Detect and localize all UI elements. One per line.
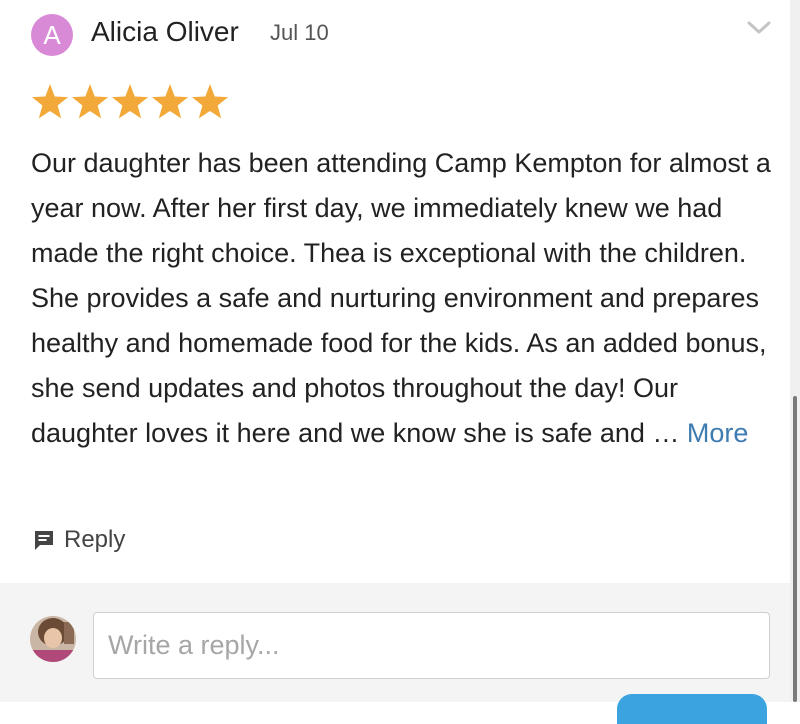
scrollbar-thumb[interactable]	[793, 396, 797, 702]
star-icon	[150, 80, 190, 124]
submit-reply-button[interactable]	[617, 694, 767, 724]
chevron-down-icon[interactable]	[745, 15, 773, 39]
star-icon	[190, 80, 230, 124]
star-rating	[30, 80, 230, 124]
author-name[interactable]: Alicia Oliver	[91, 14, 239, 50]
review-card: A Alicia Oliver Jul 10 Our daughter has …	[0, 0, 800, 583]
author-avatar[interactable]: A	[31, 14, 73, 56]
comment-icon	[33, 529, 55, 551]
star-icon	[70, 80, 110, 124]
more-link[interactable]: More	[687, 418, 749, 448]
scrollbar[interactable]	[790, 0, 800, 702]
review-date: Jul 10	[270, 20, 329, 45]
reply-composer	[0, 583, 790, 702]
review-body: Our daughter has been attending Camp Kem…	[31, 141, 771, 456]
user-avatar	[30, 616, 76, 662]
star-icon	[30, 80, 70, 124]
reply-label: Reply	[64, 526, 126, 553]
star-icon	[110, 80, 150, 124]
review-text: Our daughter has been attending Camp Kem…	[31, 148, 771, 448]
reply-button[interactable]: Reply	[33, 522, 125, 558]
reply-input[interactable]	[93, 612, 770, 679]
